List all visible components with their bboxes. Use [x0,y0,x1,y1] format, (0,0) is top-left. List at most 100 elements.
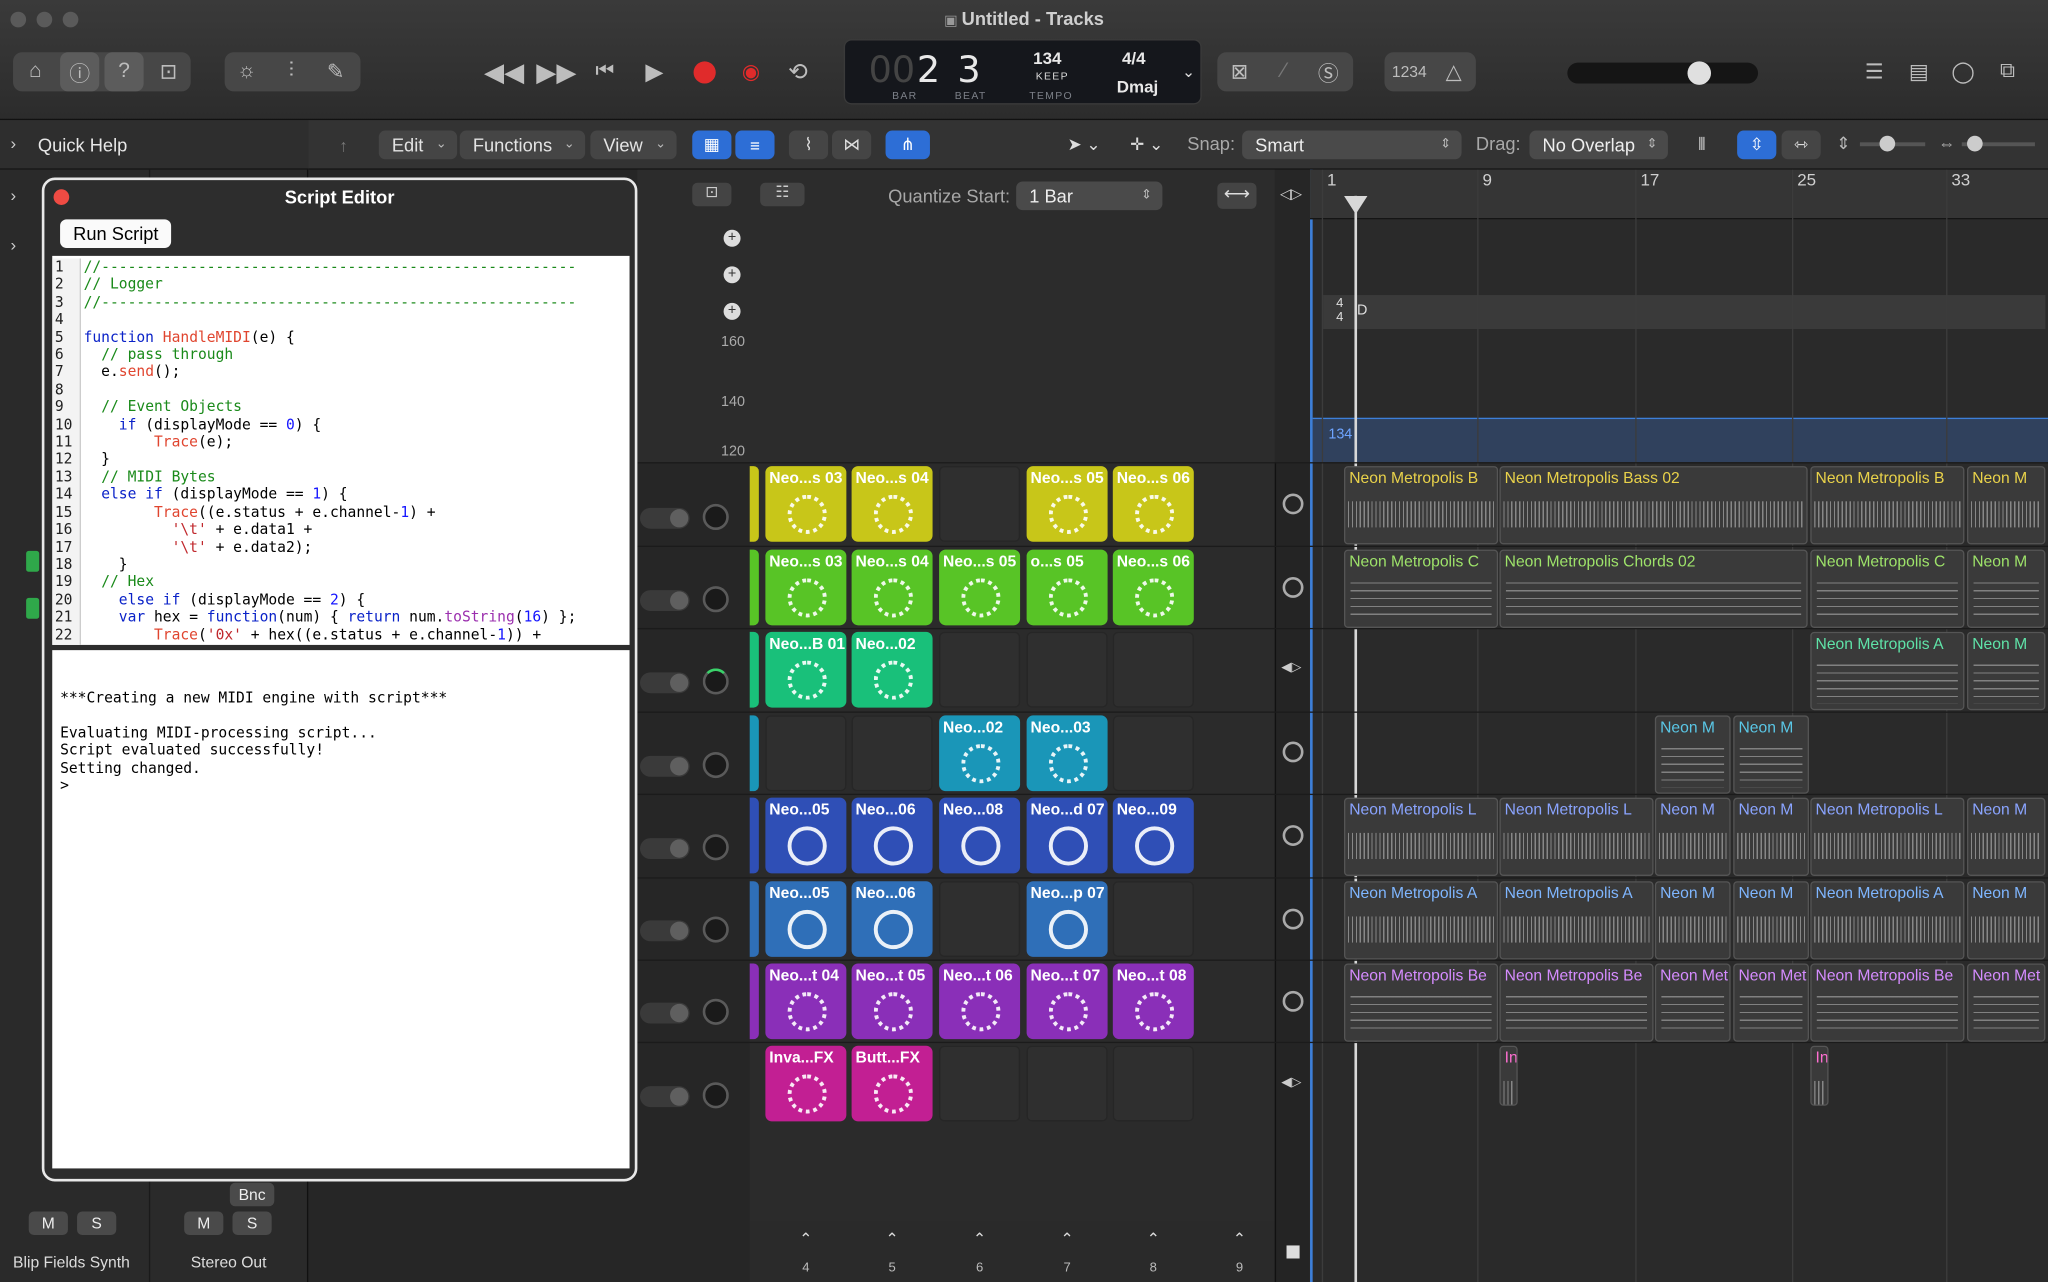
arrange-region[interactable]: Neon M [1654,881,1731,960]
partial-cell[interactable] [749,466,759,542]
track-toggle[interactable] [639,672,690,694]
live-loop-cell[interactable]: Neo...03 [1026,715,1108,792]
editors-pencil-icon[interactable]: ✎ [316,52,355,91]
playhead[interactable] [1354,195,1358,1282]
vertical-zoom-icon[interactable]: ⇳ [1737,130,1777,160]
live-loop-cell[interactable]: Neo...05 [765,881,847,957]
add-scene-icon[interactable]: ⊡ [692,182,732,207]
smart-controls-icon[interactable]: ☼ [227,52,266,91]
live-loop-cell[interactable]: Neo...B 01 [765,631,847,708]
disclosure-chevron-icon[interactable]: › [10,133,16,153]
live-loop-cell[interactable]: o...s 05 [1026,549,1108,626]
record-icon[interactable] [684,52,723,91]
arrange-region[interactable]: Neon Metropolis L [1810,797,1965,876]
live-loop-cell[interactable]: Neo...06 [851,797,933,874]
empty-cell-slot[interactable] [851,715,933,792]
toolbar-icon[interactable]: ⊡ [149,52,188,91]
live-loop-cell[interactable]: Neo...s 05 [939,549,1021,626]
arrange-region[interactable]: Neon Metropolis B [1343,466,1499,545]
arrange-region[interactable]: Neon Metropolis Be [1343,963,1499,1042]
live-loop-cell[interactable]: Neo...s 04 [851,549,933,626]
arrange-region[interactable]: Neon Metropolis A [1810,881,1965,960]
snap-dropdown[interactable]: Smart ⇕ [1242,130,1462,160]
arrange-region[interactable]: Neon Met [1654,963,1731,1042]
bounce-button[interactable]: Bnc [229,1182,275,1207]
catch-playhead-icon[interactable]: ↑ [321,131,365,160]
empty-cell-slot[interactable] [1112,631,1194,708]
partial-cell[interactable] [749,797,759,874]
browsers-icon[interactable]: ⧉ [1988,52,2027,91]
count-in-button[interactable]: 1234 [1387,52,1431,91]
arrange-region[interactable]: Neon Metropolis B [1810,466,1965,545]
play-icon[interactable]: ▶ [635,52,674,91]
pan-knob[interactable] [702,668,729,695]
empty-cell-slot[interactable] [1026,631,1108,708]
arrange-region[interactable]: Neon Metropolis C [1343,549,1499,628]
live-loop-cell[interactable]: Neo...t 08 [1112,963,1194,1040]
drag-dropdown[interactable]: No Overlap ⇕ [1529,130,1668,160]
partial-cell[interactable] [749,631,759,708]
pan-knob[interactable] [702,916,729,943]
scene-trigger-icon[interactable]: ⌃ [879,1230,905,1248]
pan-knob[interactable] [702,586,729,613]
mixer-icon[interactable]: ⫶ [272,52,311,91]
live-loop-cell[interactable]: Butt...FX [851,1045,933,1122]
arrange-region[interactable]: Neon Metropolis Be [1499,963,1654,1042]
arrange-region[interactable]: In [1810,1045,1829,1106]
empty-cell-slot[interactable] [939,1045,1021,1122]
arrange-region[interactable]: Neon M [1967,549,2046,628]
vertical-zoom-slider[interactable] [1859,135,1926,152]
solo-button[interactable]: S [77,1211,117,1236]
empty-cell-slot[interactable] [1112,881,1194,957]
edit-menu[interactable]: Edit ⌄ [378,130,458,160]
track-toggle[interactable] [639,838,690,860]
track-stop-icon[interactable] [1282,577,1304,598]
live-loop-cell[interactable]: Neo...02 [939,715,1021,792]
live-loop-cell[interactable]: Inva...FX [765,1045,847,1122]
track-header-icon[interactable]: ☷ [760,182,805,207]
empty-cell-slot[interactable] [1112,1045,1194,1122]
scene-trigger-icon[interactable]: ⌃ [793,1230,819,1248]
arrange-region[interactable]: Neon M [1654,797,1731,876]
track-divider-icon[interactable]: ◀▷ [1281,661,1301,675]
arrange-region[interactable]: Neon Metropolis Be [1810,963,1965,1042]
track-divider-icon[interactable]: ◀▷ [1281,1076,1301,1090]
live-loop-cell[interactable]: Neo...08 [939,797,1021,874]
run-script-button[interactable]: Run Script [60,219,172,249]
arrange-region[interactable]: Neon M [1654,715,1731,794]
mute-button[interactable]: M [184,1211,224,1236]
live-loop-cell[interactable]: Neo...06 [851,881,933,957]
empty-cell-slot[interactable] [765,715,847,792]
empty-cell-slot[interactable] [1026,1045,1108,1122]
scene-trigger-icon[interactable]: ⌃ [1054,1230,1080,1248]
track-toggle[interactable] [639,590,690,611]
quick-help-icon[interactable]: ? [104,52,144,92]
track-toggle[interactable] [639,1002,690,1024]
pan-knob[interactable] [702,834,729,861]
script-source[interactable]: //--------------------------------------… [84,258,577,643]
mute-button[interactable]: M [28,1211,68,1236]
live-loop-cell[interactable]: Neo...t 07 [1026,963,1108,1040]
horizontal-fit-icon[interactable]: ⇿ [1781,130,1821,160]
add-global-track-icon[interactable]: + [723,302,741,320]
resize-icon[interactable]: ⟷ [1217,182,1257,209]
live-loop-cell[interactable]: Neo...t 04 [765,963,847,1040]
divider-handle-icon[interactable]: ◁▷ [1280,185,1302,203]
track-toggle[interactable] [639,1086,690,1108]
fast-forward-icon[interactable]: ▶▶ [533,52,580,91]
pan-knob[interactable] [702,751,729,779]
live-loop-cell[interactable]: Neo...05 [765,797,847,874]
waveform-zoom-icon[interactable]: ⦀ [1682,131,1721,160]
metronome-icon[interactable]: △ [1434,52,1473,91]
track-stop-icon[interactable] [1282,493,1304,515]
script-code-editor[interactable]: 1 2 3 4 5 6 7 8 9 10 11 12 13 14 15 16 1… [52,255,630,645]
live-loop-cell[interactable]: Neo...d 07 [1026,797,1108,874]
track-toggle[interactable] [639,920,690,942]
live-loops-grid-icon[interactable]: ▦ [692,130,732,160]
arrange-region[interactable]: Neon Metropolis Bass 02 [1499,466,1808,545]
lcd-chevron-down-icon[interactable]: ⌄ [1182,63,1195,81]
rewind-icon[interactable]: ◀◀ [481,52,528,91]
arrange-region[interactable]: In [1499,1045,1518,1106]
track-stop-icon[interactable] [1282,908,1304,930]
live-loop-cell[interactable]: Neo...s 05 [1026,466,1108,542]
